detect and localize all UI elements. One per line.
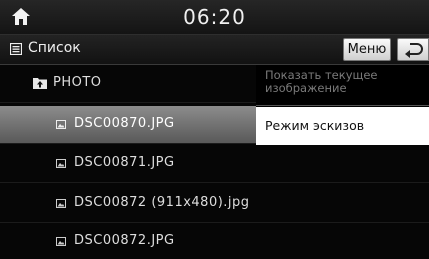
image-file-icon: [56, 199, 66, 208]
media-screen: 06:20 Список Меню PHOTO DSC00870.JPG DSC…: [0, 0, 429, 259]
image-file-icon: [56, 159, 66, 168]
menu-item-thumbnail-mode[interactable]: Режим эскизов: [256, 107, 429, 145]
menu-button[interactable]: Меню: [343, 38, 391, 61]
list-icon: [10, 43, 22, 55]
file-name: DSC00870.JPG: [74, 116, 175, 131]
folder-label: PHOTO: [53, 75, 102, 90]
file-name: DSC00872 (911x480).jpg: [74, 195, 250, 210]
menu-item-show-current-image[interactable]: Показать текущее изображение: [256, 65, 429, 106]
back-arrow-icon: [405, 43, 423, 58]
popup-menu: Показать текущее изображение Режим эскиз…: [256, 65, 429, 145]
image-file-icon: [56, 237, 66, 246]
title-bar: Список Меню: [0, 35, 429, 65]
list-item[interactable]: DSC00872.JPG: [0, 223, 429, 259]
folder-up-icon: [33, 78, 47, 89]
status-bar: 06:20: [0, 0, 429, 35]
list-item[interactable]: DSC00872 (911x480).jpg: [0, 185, 429, 223]
list-title: Список: [28, 40, 81, 56]
menu-item-label: Показать текущее изображение: [265, 68, 378, 95]
file-name: DSC00872.JPG: [74, 233, 175, 248]
image-file-icon: [56, 120, 66, 129]
clock: 06:20: [183, 5, 246, 29]
menu-item-label: Режим эскизов: [265, 118, 365, 133]
list-item[interactable]: DSC00871.JPG: [0, 145, 429, 183]
back-button[interactable]: [397, 38, 429, 61]
file-name: DSC00871.JPG: [74, 155, 175, 170]
